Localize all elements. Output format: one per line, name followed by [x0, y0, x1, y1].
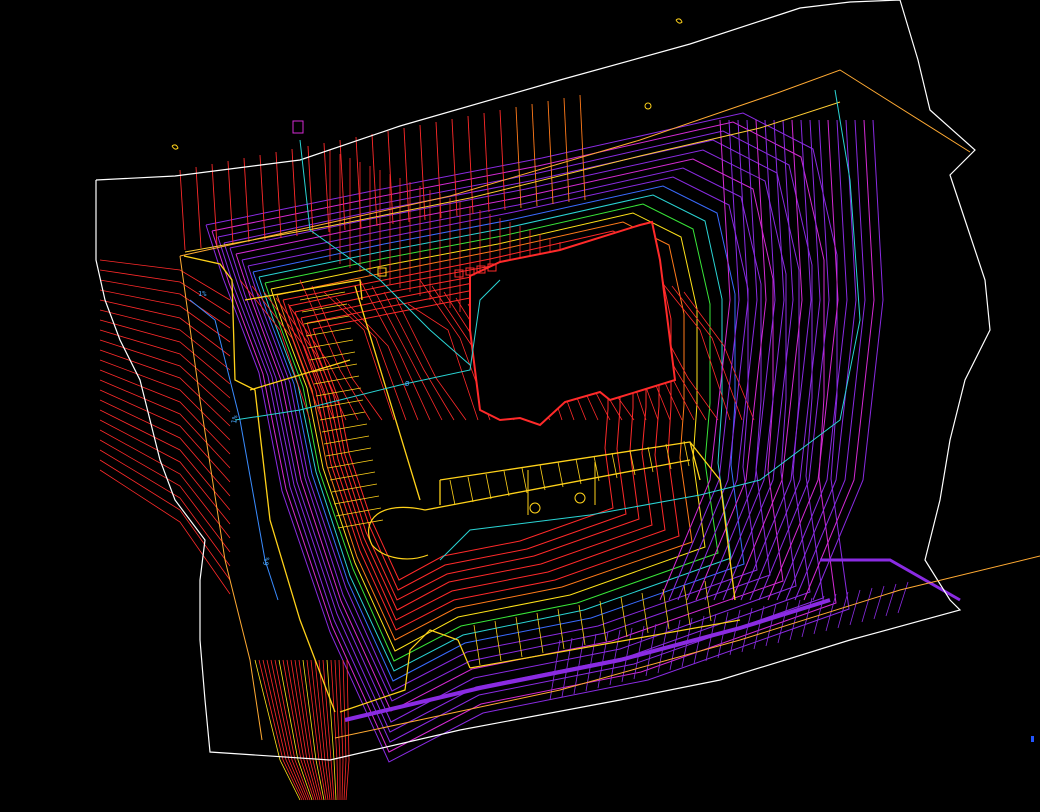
north-contour [179, 169, 186, 251]
west-contour [99, 399, 231, 497]
east-drive-band [820, 558, 961, 602]
slope-hatch [371, 285, 443, 421]
west-contour [99, 459, 231, 581]
west-contour [99, 379, 231, 469]
north-contour [291, 148, 298, 237]
parking-stall-line [683, 440, 690, 467]
north-contour [323, 142, 330, 233]
slope-hatch [407, 303, 479, 421]
southeast-hatch [873, 585, 885, 620]
north-contour [563, 97, 570, 203]
southwest-contour [318, 659, 333, 801]
site-plan-drawing[interactable]: 1% 1% 6% Ø [0, 0, 1040, 812]
parking-stall-line [467, 476, 474, 503]
drive-edge-band [344, 598, 831, 722]
property-line-north-inner [184, 101, 841, 253]
grade-label-1: 1% [198, 290, 207, 298]
west-contour [99, 319, 231, 385]
parking-stall-line [473, 624, 481, 666]
slope-hatch [395, 297, 467, 421]
north-contour [531, 103, 538, 207]
north-contour [243, 157, 250, 243]
parking-stall-line [521, 467, 528, 494]
north-contour [499, 109, 506, 211]
southwest-contour [345, 659, 350, 801]
east-slope-contour [677, 119, 749, 601]
grade-label-2: 1% [230, 414, 239, 424]
parking-stall-line [307, 339, 354, 349]
cad-drawing-canvas[interactable]: 1% 1% 6% Ø [0, 0, 1040, 812]
north-contour [195, 166, 202, 249]
north-contour [547, 100, 554, 205]
property-line [179, 69, 971, 257]
southeast-hatch [789, 599, 801, 641]
parking-stall-line [503, 470, 510, 497]
parking-stall-line [301, 303, 348, 313]
parking-stall-line [578, 604, 586, 646]
parking-stall-line [620, 596, 628, 638]
grade-label-4: Ø [405, 380, 410, 388]
southeast-hatch [753, 605, 765, 650]
inlet-structure[interactable] [377, 267, 387, 277]
west-contour [99, 359, 231, 441]
snap-indicator[interactable] [1031, 736, 1034, 742]
survey-marker-north[interactable] [644, 102, 652, 110]
grade-label-3: 6% [262, 556, 271, 566]
parking-stall-line [329, 471, 376, 481]
parking-stall-line [539, 464, 546, 491]
north-contour [259, 154, 266, 241]
southeast-hatch [897, 581, 909, 614]
southwest-contour [254, 659, 301, 801]
southeast-hatch [849, 589, 861, 626]
contour-lines [99, 94, 961, 801]
southwest-contour [342, 659, 347, 801]
parking-stall-line [599, 600, 607, 642]
west-contour [99, 439, 231, 553]
southeast-hatch [861, 587, 873, 623]
southwest-contour [286, 659, 317, 801]
west-contour [99, 339, 231, 413]
west-contour [99, 429, 231, 539]
north-contour [515, 106, 522, 209]
north-contour [227, 160, 234, 245]
parking-stall-line [485, 473, 492, 500]
parking-stall-line [313, 375, 360, 385]
west-contour [99, 269, 231, 315]
north-contour [403, 127, 410, 223]
tree-symbol-1 [171, 144, 179, 150]
pole-fixture[interactable] [292, 120, 304, 134]
contour-ring [252, 185, 745, 682]
parking-stall-line [575, 458, 582, 485]
contour-ring [205, 112, 850, 763]
west-contour [99, 369, 231, 455]
parking-stall-line [557, 461, 564, 488]
north-contour [419, 124, 426, 221]
building-pad-outline [469, 220, 677, 427]
parking-stall-line [449, 479, 456, 506]
north-contour [339, 139, 346, 231]
tree-symbol-2 [675, 18, 683, 24]
southeast-hatch [885, 583, 897, 617]
east-slope-contour [704, 119, 776, 601]
